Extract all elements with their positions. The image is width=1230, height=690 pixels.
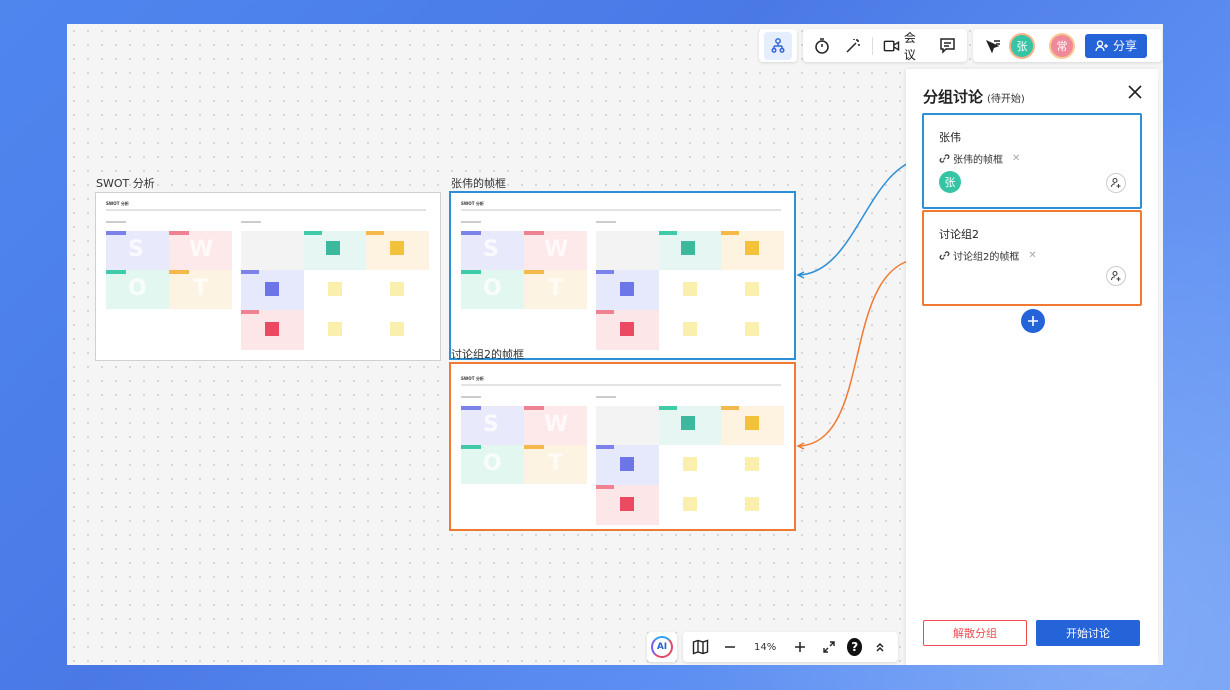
add-member-button[interactable] [1106, 173, 1126, 193]
close-button[interactable] [1126, 83, 1144, 101]
minimap-button[interactable] [689, 633, 713, 661]
frame-link[interactable]: 讨论组2的帧框 ✕ [939, 248, 1037, 263]
group-card-group2[interactable]: 讨论组2 讨论组2的帧框 ✕ [922, 210, 1142, 306]
plus-icon [794, 642, 805, 652]
group-name: 张伟 [939, 131, 961, 144]
panel-status: (待开始) [987, 94, 1025, 105]
expand-icon [823, 641, 836, 653]
plus-icon [1028, 316, 1038, 326]
start-discussion-button[interactable]: 开始讨论 [1036, 620, 1140, 646]
minus-icon [725, 646, 736, 648]
remove-link-icon[interactable]: ✕ [1028, 250, 1036, 261]
group-name: 讨论组2 [939, 228, 979, 241]
add-user-icon [1110, 270, 1121, 281]
member-avatar: 张 [939, 171, 961, 193]
link-icon [939, 251, 950, 260]
map-icon [693, 639, 709, 655]
frame-link-text: 张伟的帧框 [953, 155, 1003, 166]
link-icon [939, 154, 950, 163]
add-user-icon [1110, 177, 1121, 188]
zoom-in-button[interactable] [788, 633, 812, 661]
add-group-button[interactable] [1021, 309, 1045, 333]
whiteboard-window[interactable]: 会议 张 常 分享 SWOT 分析 SWOT 分析 S W O T 张伟的帧框 … [67, 24, 1163, 665]
remove-link-icon[interactable]: ✕ [1012, 153, 1020, 164]
frame-link-text: 讨论组2的帧框 [953, 252, 1020, 263]
group-card-zhangwei[interactable]: 张伟 张伟的帧框 ✕ 张 [922, 113, 1142, 209]
collapse-toolbar-button[interactable] [868, 633, 892, 661]
fit-screen-button[interactable] [818, 633, 842, 661]
zoom-level[interactable]: 14% [748, 642, 782, 653]
breakout-panel: 分组讨论 (待开始) 张伟 张伟的帧框 ✕ 张 讨论组2 讨论组2的帧框 ✕ 解… [906, 69, 1158, 665]
add-member-button[interactable] [1106, 266, 1126, 286]
ai-assistant-button[interactable]: AI [651, 636, 673, 658]
panel-title-text: 分组讨论 [923, 88, 984, 106]
disband-groups-button[interactable]: 解散分组 [923, 620, 1027, 646]
help-button[interactable]: ? [847, 638, 863, 656]
ai-toolbar: AI [647, 632, 677, 662]
zoom-out-button[interactable] [719, 633, 743, 661]
frame-link[interactable]: 张伟的帧框 ✕ [939, 151, 1020, 166]
double-chevron-up-icon [876, 642, 884, 652]
close-icon [1128, 85, 1142, 99]
panel-title: 分组讨论 (待开始) [923, 86, 1025, 107]
zoom-toolbar: 14% ? [683, 632, 898, 662]
